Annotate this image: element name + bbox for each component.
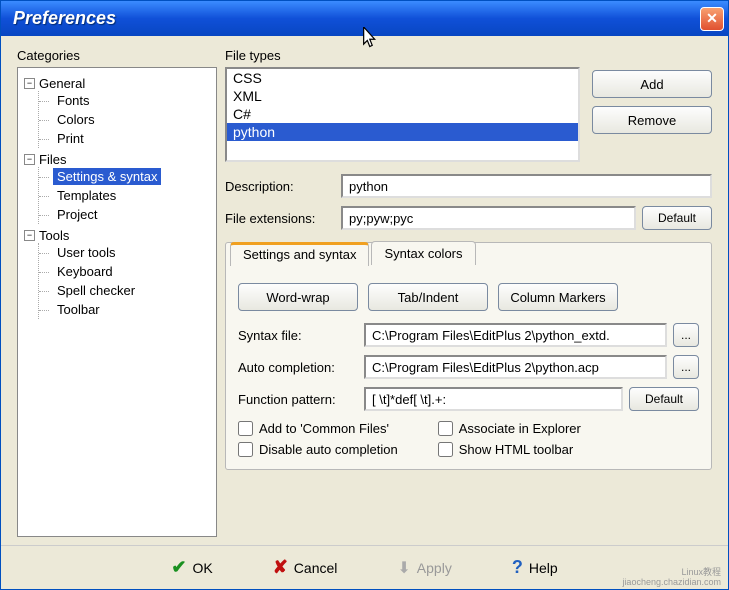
ok-button[interactable]: ✔ OK xyxy=(161,551,222,584)
function-pattern-input[interactable] xyxy=(364,387,623,411)
filetypes-label: File types xyxy=(225,48,580,63)
tree-item-templates[interactable]: Templates xyxy=(39,186,210,205)
check-disable-autocompletion-box[interactable] xyxy=(238,442,253,457)
watermark: Linux教程 jiaocheng.chazidian.com xyxy=(622,568,721,588)
tree-node-general[interactable]: − General Fonts Colors Print xyxy=(22,74,212,150)
extensions-default-button[interactable]: Default xyxy=(642,206,712,230)
tab-settings-syntax[interactable]: Settings and syntax xyxy=(230,242,369,266)
filetype-item-csharp[interactable]: C# xyxy=(227,105,578,123)
x-icon: ✘ xyxy=(273,557,288,578)
description-label: Description: xyxy=(225,179,335,194)
function-pattern-label: Function pattern: xyxy=(238,392,358,407)
close-button[interactable]: ✕ xyxy=(700,7,724,31)
content-area: Categories − General Fonts Colors Print xyxy=(1,36,728,545)
titlebar[interactable]: Preferences ✕ xyxy=(1,1,728,36)
check-disable-autocompletion[interactable]: Disable auto completion xyxy=(238,442,398,457)
filetype-item-xml[interactable]: XML xyxy=(227,87,578,105)
tree-item-keyboard[interactable]: Keyboard xyxy=(39,262,210,281)
checkmark-icon: ✔ xyxy=(171,557,186,578)
close-icon: ✕ xyxy=(706,10,718,27)
extensions-label: File extensions: xyxy=(225,211,335,226)
check-show-html-toolbar-box[interactable] xyxy=(438,442,453,457)
tab-panel: Settings and syntax Syntax colors Word-w… xyxy=(225,242,712,470)
cancel-button[interactable]: ✘ Cancel xyxy=(263,551,348,584)
check-common-files-box[interactable] xyxy=(238,421,253,436)
add-button[interactable]: Add xyxy=(592,70,712,98)
settings-panel: File types CSS XML C# python Add Remove … xyxy=(225,48,712,537)
function-pattern-default-button[interactable]: Default xyxy=(629,387,699,411)
tree-item-settings-syntax[interactable]: Settings & syntax xyxy=(39,167,210,186)
wordwrap-button[interactable]: Word-wrap xyxy=(238,283,358,311)
collapse-icon[interactable]: − xyxy=(24,78,35,89)
tree-item-toolbar[interactable]: Toolbar xyxy=(39,300,210,319)
tree-item-spell-checker[interactable]: Spell checker xyxy=(39,281,210,300)
filetype-item-css[interactable]: CSS xyxy=(227,69,578,87)
tree-item-print[interactable]: Print xyxy=(39,129,210,148)
categories-panel: Categories − General Fonts Colors Print xyxy=(17,48,217,537)
collapse-icon[interactable]: − xyxy=(24,230,35,241)
check-common-files[interactable]: Add to 'Common Files' xyxy=(238,421,398,436)
help-icon: ? xyxy=(512,557,523,578)
tree-item-project[interactable]: Project xyxy=(39,205,210,224)
check-show-html-toolbar[interactable]: Show HTML toolbar xyxy=(438,442,581,457)
tree-item-user-tools[interactable]: User tools xyxy=(39,243,210,262)
collapse-icon[interactable]: − xyxy=(24,154,35,165)
autocompletion-browse-button[interactable]: ... xyxy=(673,355,699,379)
bottom-bar: ✔ OK ✘ Cancel ⬇ Apply ? Help xyxy=(1,545,728,589)
tabindent-button[interactable]: Tab/Indent xyxy=(368,283,488,311)
filetype-item-python[interactable]: python xyxy=(227,123,578,141)
autocompletion-input[interactable] xyxy=(364,355,667,379)
apply-icon: ⬇ xyxy=(397,558,410,578)
autocompletion-label: Auto completion: xyxy=(238,360,358,375)
tree-item-colors[interactable]: Colors xyxy=(39,110,210,129)
tree-node-tools[interactable]: − Tools User tools Keyboard Spell checke… xyxy=(22,226,212,321)
categories-tree[interactable]: − General Fonts Colors Print − Files xyxy=(17,67,217,537)
help-button[interactable]: ? Help xyxy=(502,551,568,584)
syntax-file-label: Syntax file: xyxy=(238,328,358,343)
tree-node-files[interactable]: − Files Settings & syntax Templates Proj… xyxy=(22,150,212,226)
apply-button[interactable]: ⬇ Apply xyxy=(387,552,461,584)
syntax-file-input[interactable] xyxy=(364,323,667,347)
preferences-window: Preferences ✕ Categories − General Fonts… xyxy=(0,0,729,590)
remove-button[interactable]: Remove xyxy=(592,106,712,134)
tab-syntax-colors[interactable]: Syntax colors xyxy=(371,241,475,265)
description-input[interactable] xyxy=(341,174,712,198)
check-associate-explorer-box[interactable] xyxy=(438,421,453,436)
check-associate-explorer[interactable]: Associate in Explorer xyxy=(438,421,581,436)
tree-item-fonts[interactable]: Fonts xyxy=(39,91,210,110)
window-title: Preferences xyxy=(13,8,116,29)
extensions-input[interactable] xyxy=(341,206,636,230)
column-markers-button[interactable]: Column Markers xyxy=(498,283,618,311)
categories-label: Categories xyxy=(17,48,217,63)
syntax-browse-button[interactable]: ... xyxy=(673,323,699,347)
filetypes-listbox[interactable]: CSS XML C# python xyxy=(225,67,580,162)
